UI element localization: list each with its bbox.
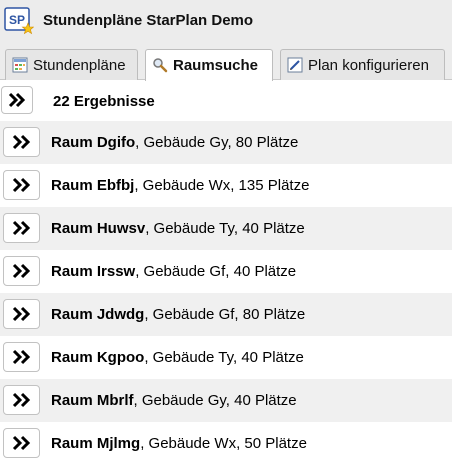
expand-room-button[interactable]	[3, 170, 40, 200]
room-details: , Gebäude Ty, 40 Plätze	[145, 220, 305, 237]
expand-room-button[interactable]	[3, 127, 40, 157]
double-chevron-right-icon	[12, 435, 31, 451]
expand-room-button[interactable]	[3, 213, 40, 243]
room-details: , Gebäude Gy, 80 Plätze	[135, 134, 299, 151]
expand-room-button[interactable]	[3, 342, 40, 372]
expand-room-button[interactable]	[3, 256, 40, 286]
double-chevron-right-icon	[12, 349, 31, 365]
tab-label: Stundenpläne	[33, 57, 126, 74]
list-item: Raum Jdwdg, Gebäude Gf, 80 Plätze	[0, 293, 452, 336]
tab-plan-konfigurieren[interactable]: Plan konfigurieren	[280, 49, 445, 80]
room-details: , Gebäude Wx, 50 Plätze	[140, 435, 307, 452]
room-name: Raum Mbrlf	[51, 392, 134, 409]
room-name: Raum Mjlmg	[51, 435, 141, 452]
room-details: , Gebäude Gf, 40 Plätze	[135, 263, 297, 280]
room-name: Raum Ebfbj	[51, 177, 135, 194]
room-name: Raum Huwsv	[51, 220, 146, 237]
room-entry: Raum Mjlmg, Gebäude Wx, 50 Plätze	[51, 435, 307, 452]
double-chevron-right-icon	[12, 134, 31, 150]
title-bar: SP Stundenpläne StarPlan Demo	[0, 0, 452, 44]
expand-all-button[interactable]	[1, 86, 33, 114]
tab-label: Raumsuche	[173, 57, 259, 74]
room-name: Raum Jdwdg	[51, 306, 145, 323]
logo-text: SP	[9, 13, 25, 27]
room-entry: Raum Ebfbj, Gebäude Wx, 135 Plätze	[51, 177, 309, 194]
timetable-icon	[12, 57, 28, 73]
results-count: 22 Ergebnisse	[53, 93, 155, 110]
list-item: Raum Dgifo, Gebäude Gy, 80 Plätze	[0, 121, 452, 164]
room-entry: Raum Jdwdg, Gebäude Gf, 80 Plätze	[51, 306, 305, 323]
tab-stundenplaene[interactable]: Stundenpläne	[5, 49, 138, 80]
room-entry: Raum Irssw, Gebäude Gf, 40 Plätze	[51, 263, 296, 280]
list-item: Raum Kgpoo, Gebäude Ty, 40 Plätze	[0, 336, 452, 379]
results-header: 22 Ergebnisse	[0, 80, 452, 121]
edit-icon	[287, 57, 303, 73]
room-name: Raum Kgpoo	[51, 349, 145, 366]
double-chevron-right-icon	[12, 392, 31, 408]
room-entry: Raum Mbrlf, Gebäude Gy, 40 Plätze	[51, 392, 297, 409]
list-item: Raum Mjlmg, Gebäude Wx, 50 Plätze	[0, 422, 452, 464]
expand-room-button[interactable]	[3, 385, 40, 415]
room-entry: Raum Dgifo, Gebäude Gy, 80 Plätze	[51, 134, 298, 151]
room-entry: Raum Huwsv, Gebäude Ty, 40 Plätze	[51, 220, 305, 237]
double-chevron-right-icon	[8, 92, 26, 108]
starplan-logo-icon: SP	[4, 7, 34, 35]
double-chevron-right-icon	[12, 306, 31, 322]
room-details: , Gebäude Wx, 135 Plätze	[134, 177, 310, 194]
list-item: Raum Mbrlf, Gebäude Gy, 40 Plätze	[0, 379, 452, 422]
tab-raumsuche[interactable]: Raumsuche	[145, 49, 273, 81]
list-item: Raum Huwsv, Gebäude Ty, 40 Plätze	[0, 207, 452, 250]
list-item: Raum Irssw, Gebäude Gf, 40 Plätze	[0, 250, 452, 293]
tab-bar: Stundenpläne Raumsuche Plan konfiguriere…	[0, 44, 452, 81]
tab-label: Plan konfigurieren	[308, 57, 429, 74]
room-name: Raum Dgifo	[51, 134, 136, 151]
expand-room-button[interactable]	[3, 428, 40, 458]
double-chevron-right-icon	[12, 177, 31, 193]
room-details: , Gebäude Ty, 40 Plätze	[144, 349, 304, 366]
room-entry: Raum Kgpoo, Gebäude Ty, 40 Plätze	[51, 349, 304, 366]
expand-room-button[interactable]	[3, 299, 40, 329]
double-chevron-right-icon	[12, 220, 31, 236]
list-item: Raum Ebfbj, Gebäude Wx, 135 Plätze	[0, 164, 452, 207]
room-details: , Gebäude Gy, 40 Plätze	[133, 392, 297, 409]
magnifier-icon	[153, 58, 168, 73]
results-list: 22 Ergebnisse Raum Dgifo, Gebäude Gy, 80…	[0, 80, 452, 464]
room-details: , Gebäude Gf, 80 Plätze	[144, 306, 306, 323]
app-title: Stundenpläne StarPlan Demo	[43, 12, 254, 29]
room-name: Raum Irssw	[51, 263, 136, 280]
double-chevron-right-icon	[12, 263, 31, 279]
